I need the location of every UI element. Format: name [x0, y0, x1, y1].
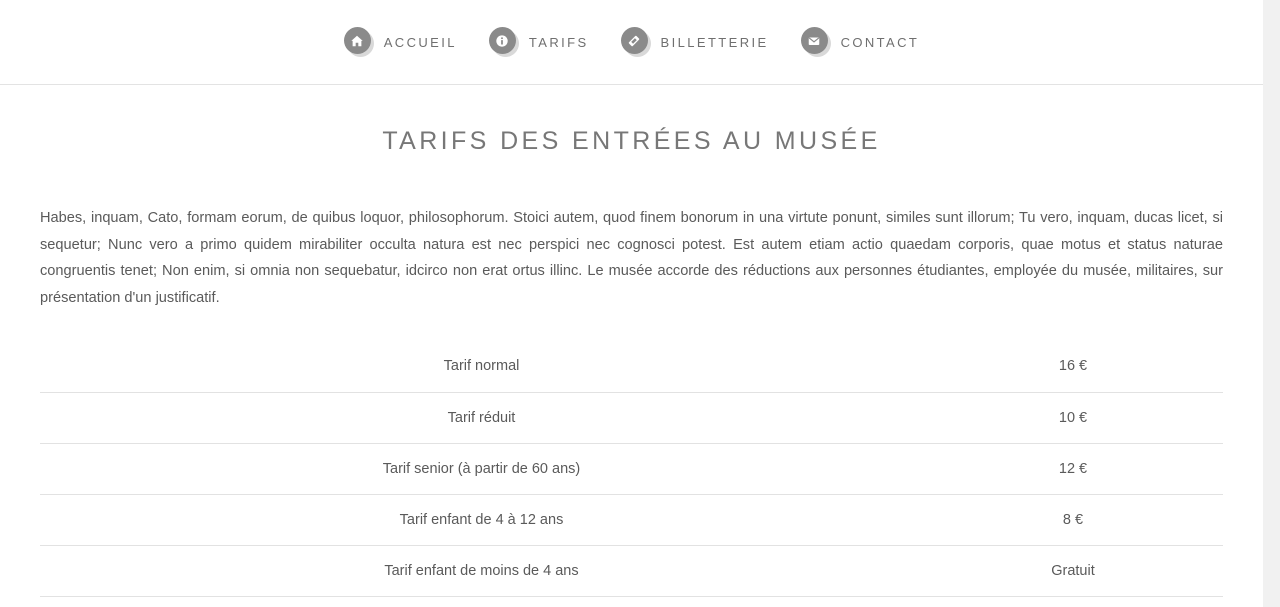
table-row: Tarif enfant de moins de 4 ans Gratuit	[40, 545, 1223, 597]
table-row: Tarif réduit 10 €	[40, 392, 1223, 444]
ticket-icon	[620, 27, 651, 57]
page-title: TARIFS DES ENTRÉES AU MUSÉE	[382, 127, 881, 155]
tarif-price: Gratuit	[923, 545, 1223, 597]
tarif-label: Tarif senior (à partir de 60 ans)	[40, 443, 923, 495]
envelope-icon	[800, 27, 831, 57]
nav-label-tarifs: TARIFS	[528, 34, 589, 50]
nav-label-billetterie: BILLETTERIE	[660, 34, 769, 50]
table-row: Tarif normal 16 €	[40, 341, 1223, 393]
intro-paragraph: Habes, inquam, Cato, formam eorum, de qu…	[40, 210, 1223, 306]
tarif-label: Tarif enfant de 4 à 12 ans	[40, 494, 923, 546]
nav-item-accueil[interactable]: ACCUEIL	[343, 27, 457, 57]
nav-label-contact: CONTACT	[840, 34, 920, 50]
nav-list: ACCUEIL TARIFS BILLETTERIE CONTACT	[0, 27, 1263, 57]
nav-item-contact[interactable]: CONTACT	[800, 27, 920, 57]
nav-label-accueil: ACCUEIL	[383, 34, 457, 50]
tarif-label: Tarif enfant de moins de 4 ans	[40, 545, 923, 597]
tarif-price: 8 €	[923, 494, 1223, 546]
tarif-label: Tarif normal	[40, 341, 923, 393]
top-navigation: ACCUEIL TARIFS BILLETTERIE CONTACT	[0, 0, 1263, 85]
tarifs-table: Tarif normal 16 € Tarif réduit 10 € Tari…	[40, 341, 1223, 597]
info-icon	[488, 27, 519, 57]
table-row: Tarif enfant de 4 à 12 ans 8 €	[40, 494, 1223, 546]
nav-item-tarifs[interactable]: TARIFS	[488, 27, 589, 57]
vertical-scrollbar[interactable]	[1263, 0, 1280, 607]
tarif-price: 10 €	[923, 392, 1223, 444]
page: ACCUEIL TARIFS BILLETTERIE CONTACT TARIF…	[0, 0, 1263, 607]
nav-item-billetterie[interactable]: BILLETTERIE	[620, 27, 769, 57]
tarif-label: Tarif réduit	[40, 392, 923, 444]
table-row: Tarif senior (à partir de 60 ans) 12 €	[40, 443, 1223, 495]
tarif-price: 12 €	[923, 443, 1223, 495]
home-icon	[343, 27, 374, 57]
tarif-price: 16 €	[923, 341, 1223, 393]
